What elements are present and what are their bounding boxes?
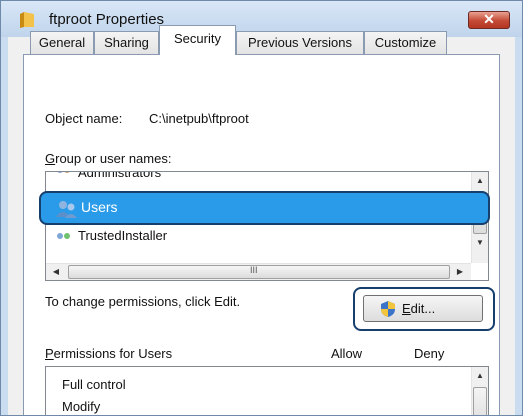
deny-column-header: Deny [414,346,445,361]
horizontal-scroll-thumb[interactable]: III [68,265,450,279]
folder-icon [20,12,34,28]
change-permissions-hint: To change permissions, click Edit. [45,294,241,309]
scroll-down-icon[interactable]: ▼ [472,238,488,247]
scroll-left-icon[interactable]: ◀ [48,267,64,276]
permissions-scrollbar[interactable]: ▲ [471,367,488,415]
properties-window: ftproot Properties ✕ General Sharing Sec… [0,0,523,416]
tab-customize[interactable]: Customize [364,31,447,54]
scroll-up-icon[interactable]: ▲ [472,176,488,185]
close-button[interactable]: ✕ [468,11,510,29]
permissions-scroll-thumb[interactable] [473,387,487,415]
permission-full-control: Full control [62,377,126,392]
users-icon [56,201,77,218]
group-icon [57,172,70,173]
group-or-user-names-label: Group or user names: [45,151,172,166]
edit-button-highlight: Edit... [353,287,495,331]
tab-sharing[interactable]: Sharing [94,31,159,54]
permissions-scroll-up-icon[interactable]: ▲ [472,371,488,380]
permissions-list[interactable]: Full control Modify ▲ [45,366,489,415]
group-icon [57,233,70,239]
scroll-right-icon[interactable]: ▶ [452,267,468,276]
tab-security[interactable]: Security [159,25,236,55]
grip-icon: III [250,265,258,275]
list-item-users[interactable]: Users [39,191,490,225]
object-name-label: Object name: [45,111,123,126]
permissions-for-users-label: Permissions for Users [45,346,173,361]
window-title: ftproot Properties [49,11,165,28]
edit-button[interactable]: Edit... [363,295,483,322]
allow-column-header: Allow [331,346,363,361]
close-icon: ✕ [483,11,495,27]
tab-previous-versions[interactable]: Previous Versions [236,31,364,54]
user-list[interactable]: Administrators TrustedInstaller ▲ ▼ ◀ II… [45,171,489,281]
object-name-value: C:\inetpub\ftproot [149,111,249,126]
tab-general[interactable]: General [30,31,94,54]
permission-modify: Modify [62,399,101,414]
uac-shield-icon [381,301,395,317]
horizontal-scrollbar[interactable]: ◀ III ▶ [46,263,471,280]
